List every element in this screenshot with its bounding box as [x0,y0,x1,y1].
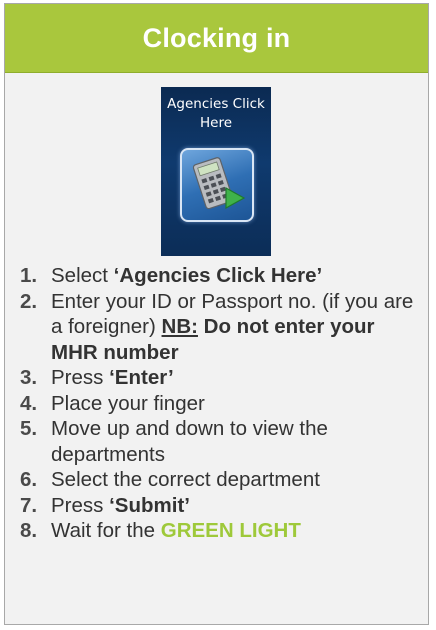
instruction-steps: 1. Select ‘Agencies Click Here’ 2. Enter… [20,263,425,544]
agencies-tile-label: Agencies Click Here [161,95,271,133]
step-number: 3. [20,366,38,389]
step-number: 8. [20,519,38,542]
agencies-click-here-tile: Agencies Click Here [161,87,271,256]
calculator-arrow-icon [192,157,246,210]
step-number: 4. [20,391,38,415]
list-item: 7. Press ‘Submit’ [20,493,425,519]
step-text: Select [51,264,114,287]
step-number: 6. [20,468,38,491]
green-light-text: GREEN LIGHT [160,519,301,542]
step-number: 5. [20,417,38,440]
nb-label: NB: [161,315,198,338]
step-text: Wait for the [51,519,161,542]
page-title: Clocking in [142,22,291,53]
step-number: 2. [20,289,38,313]
card-header: Clocking in [5,4,428,73]
step-number: 7. [20,493,38,517]
calculator-icon-tile [180,148,254,222]
step-text: Press [51,493,110,517]
list-item: 8. Wait for the GREEN LIGHT [20,518,425,544]
list-item: 1. Select ‘Agencies Click Here’ [20,263,425,289]
step-emphasis: ‘Agencies Click Here’ [113,264,323,287]
clocking-in-card: Clocking in Agencies Click Here 1. Selec… [4,3,429,625]
step-text: Place your finger [51,391,205,415]
agencies-tile-label-line1: Agencies Click [167,96,265,112]
step-text: Press [51,366,110,389]
step-emphasis: ‘Submit’ [109,493,190,517]
agencies-tile-label-line2: Here [199,115,233,131]
list-item: 3. Press ‘Enter’ [20,365,425,391]
list-item: 4. Place your finger [20,391,425,417]
list-item: 2. Enter your ID or Passport no. (if you… [20,289,425,366]
list-item: 5. Move up and down to view the departme… [20,416,425,467]
step-text: Select the correct department [51,468,320,491]
list-item: 6. Select the correct department [20,467,425,493]
step-emphasis: ‘Enter’ [109,366,174,389]
step-text: Move up and down to view the departments [51,417,328,466]
step-number: 1. [20,264,38,287]
